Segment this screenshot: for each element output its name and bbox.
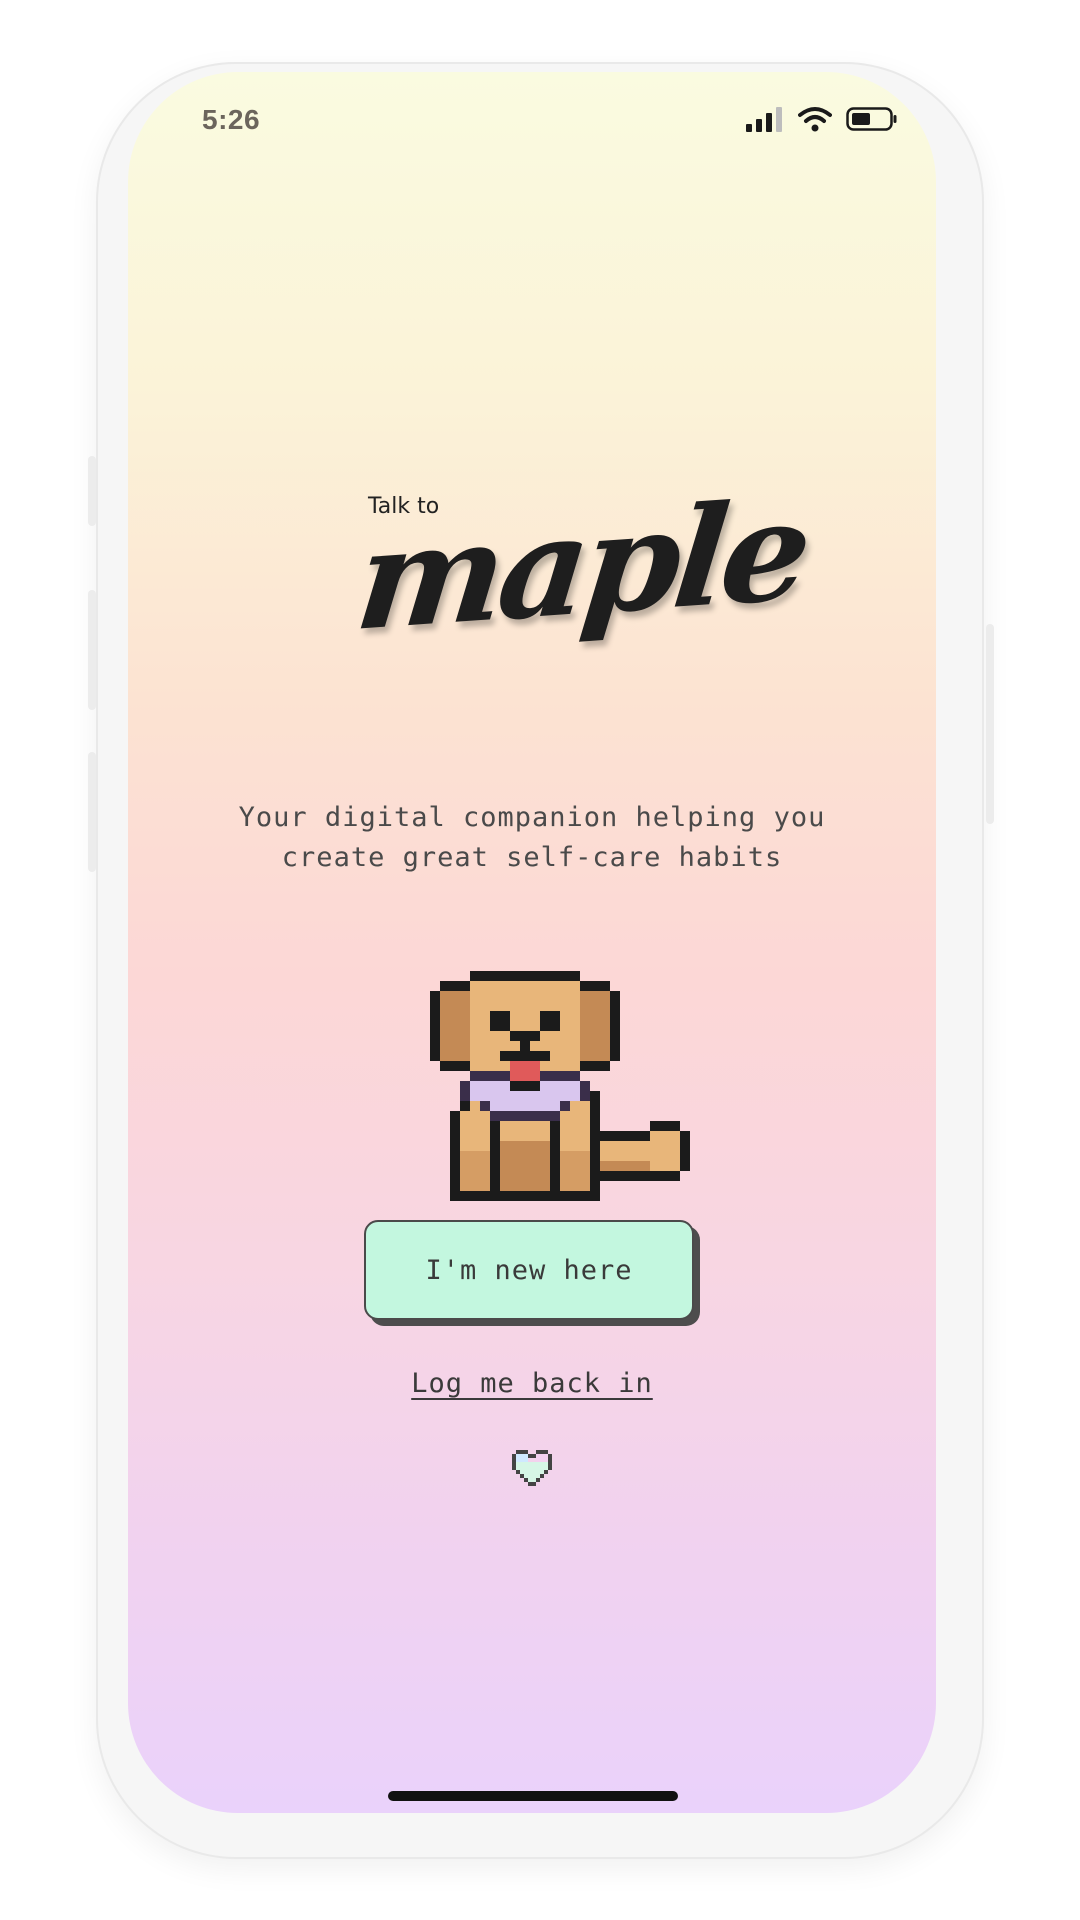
side-button-power <box>986 624 994 824</box>
cellular-signal-icon <box>746 107 782 132</box>
status-time: 5:26 <box>202 104 261 135</box>
status-icons <box>746 104 898 134</box>
new-user-button[interactable]: I'm new here <box>364 1220 694 1320</box>
battery-icon <box>846 107 897 131</box>
tagline-line-1: Your digital companion helping you <box>238 802 826 833</box>
wifi-icon <box>798 107 832 132</box>
login-link[interactable]: Log me back in <box>128 1368 936 1399</box>
side-button-volume-down <box>88 752 96 872</box>
home-indicator[interactable] <box>388 1791 678 1801</box>
tagline: Your digital companion helping you creat… <box>128 798 936 878</box>
heart-icon <box>512 1450 552 1486</box>
side-button-mute <box>88 456 96 526</box>
tagline-line-2: create great self-care habits <box>281 842 783 873</box>
pixel-dog-icon <box>430 971 690 1201</box>
logo-wordmark: maple <box>349 468 814 662</box>
side-button-volume-up <box>88 590 96 710</box>
app-screen: 5:26 Talk to maple Your digital companio… <box>128 72 936 1813</box>
